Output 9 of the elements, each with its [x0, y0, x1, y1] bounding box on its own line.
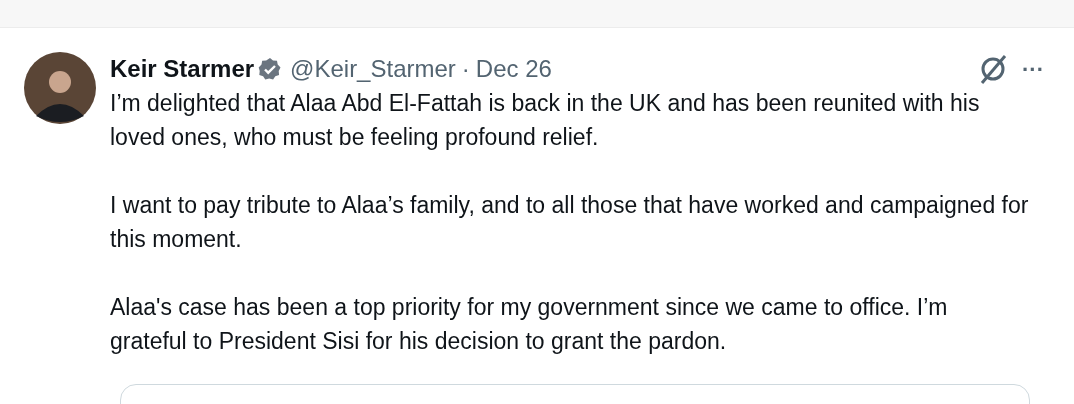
- separator: ·: [461, 54, 470, 84]
- post-paragraph: I want to pay tribute to Alaa’s family, and to all those that have worked and campaigned for this moment.: [110, 191, 1030, 254]
- post-paragraph: I’m delighted that Alaa Abd El-Fattah is back in the UK and has been reunited with his loved ones, who must be feeling profound relief.: [110, 89, 981, 152]
- more-button[interactable]: ···: [1022, 52, 1044, 86]
- author-handle[interactable]: @Keir_Starmer: [290, 51, 456, 87]
- author-name[interactable]: Keir Starmer: [110, 51, 255, 87]
- post-paragraph: Alaa's case has been a top priority for my government since we came to office. I’m grateful to President Sisi for his decision to grant the pardon.: [110, 293, 949, 356]
- post-date[interactable]: Dec 26: [475, 51, 552, 87]
- avatar-icon[interactable]: [24, 52, 96, 124]
